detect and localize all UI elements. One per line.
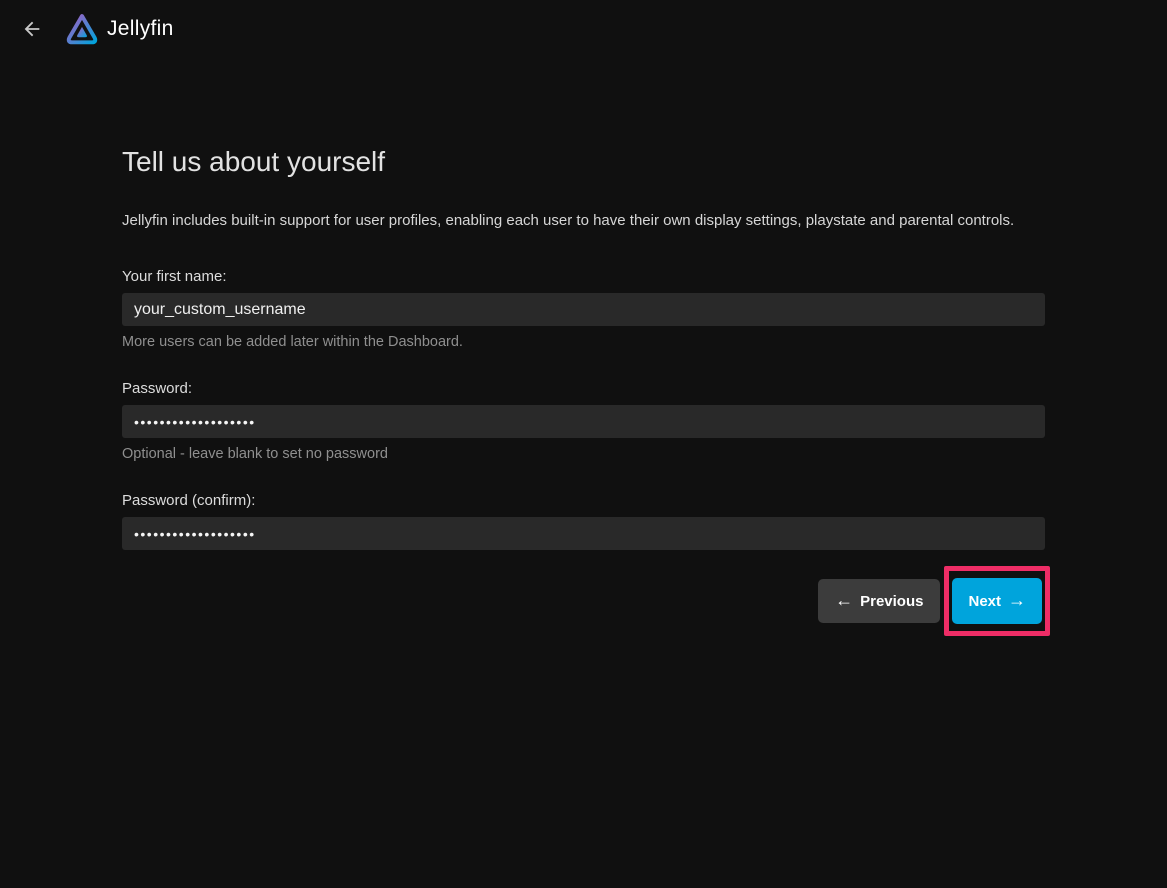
next-button-label: Next (968, 593, 1001, 610)
arrow-left-icon: ← (835, 591, 853, 609)
password-confirm-label: Password (confirm): (122, 491, 1045, 510)
previous-button[interactable]: ← Previous (818, 579, 940, 623)
jellyfin-logo[interactable]: Jellyfin (64, 11, 174, 47)
wizard-nav-buttons: ← Previous Next → (122, 566, 1045, 636)
previous-button-label: Previous (860, 593, 923, 610)
setup-wizard-page: Tell us about yourself Jellyfin includes… (122, 145, 1045, 636)
password-confirm-input[interactable] (122, 517, 1045, 550)
page-description: Jellyfin includes built-in support for u… (122, 211, 1045, 231)
password-helper-text: Optional - leave blank to set no passwor… (122, 445, 1045, 463)
password-field-group: Password: Optional - leave blank to set … (122, 379, 1045, 463)
next-button[interactable]: Next → (952, 578, 1042, 624)
password-input[interactable] (122, 405, 1045, 438)
next-button-annotation: Next → (944, 566, 1050, 636)
app-header: Jellyfin (0, 0, 1167, 58)
page-title: Tell us about yourself (122, 145, 1045, 179)
back-button[interactable] (10, 7, 54, 51)
arrow-left-icon (21, 18, 43, 40)
username-field-group: Your first name: More users can be added… (122, 267, 1045, 351)
password-confirm-field-group: Password (confirm): (122, 491, 1045, 550)
username-input[interactable] (122, 293, 1045, 326)
username-label: Your first name: (122, 267, 1045, 286)
password-label: Password: (122, 379, 1045, 398)
jellyfin-logo-icon (64, 11, 100, 47)
arrow-right-icon: → (1008, 591, 1026, 609)
app-title: Jellyfin (107, 17, 174, 41)
username-helper-text: More users can be added later within the… (122, 333, 1045, 351)
